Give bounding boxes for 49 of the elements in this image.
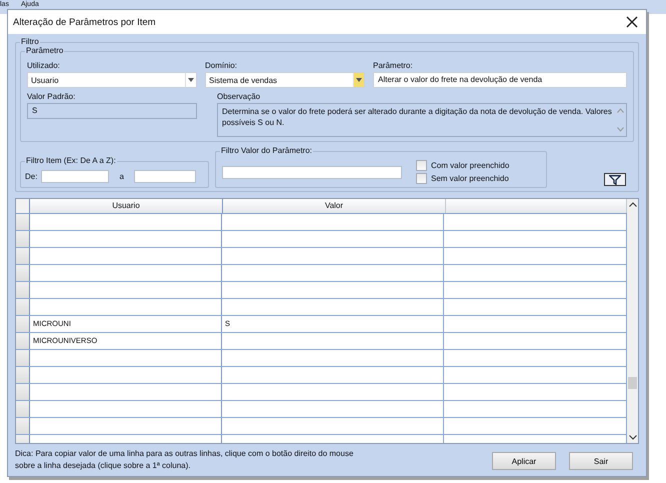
filter-button[interactable]	[604, 173, 626, 186]
checkbox[interactable]: Sem valor preenchido	[416, 173, 510, 184]
dialog-button[interactable]: Sair	[569, 452, 633, 470]
scroll-down-icon[interactable]	[628, 435, 636, 440]
caret-icon	[188, 78, 194, 82]
observation-field: Determina se o valor do frete poderá ser alterado durante a digitação da nota de devolução de venda. Valores possíveis S ou N.	[217, 103, 627, 137]
close-icon[interactable]	[626, 16, 638, 28]
field-label: Valor Padrão:	[27, 91, 76, 102]
to-field[interactable]	[134, 170, 196, 183]
caret-icon	[356, 78, 362, 82]
row-selector[interactable]	[16, 248, 30, 264]
filter-icon	[609, 174, 621, 184]
field-label: Parâmetro:	[373, 60, 414, 71]
group-legend: Filtro Item (Ex: De A a Z):	[25, 156, 117, 166]
row-selector[interactable]	[16, 282, 30, 298]
header-corner	[16, 199, 30, 213]
row-selector[interactable]	[16, 384, 30, 400]
row-selector[interactable]	[16, 231, 30, 247]
field-label: Observação	[217, 91, 262, 102]
dialog-button[interactable]: Aplicar	[492, 452, 556, 470]
row-selector[interactable]	[16, 350, 30, 366]
value-filter-field[interactable]	[222, 166, 402, 178]
field-label: De:	[25, 171, 38, 182]
field-label: Utilizado:	[27, 60, 61, 71]
column-header[interactable]: Usuario	[30, 199, 223, 213]
row-selector[interactable]	[16, 333, 30, 349]
group-legend: Filtro	[20, 37, 40, 47]
field-label: Domínio:	[205, 60, 238, 71]
row-selector[interactable]	[16, 299, 30, 315]
column-header[interactable]: Valor	[223, 199, 446, 213]
checkbox[interactable]: Com valor preenchido	[416, 160, 510, 171]
default-value-field: S	[27, 103, 197, 119]
row-selector[interactable]	[16, 214, 30, 230]
scroll-up-icon[interactable]	[628, 202, 636, 207]
row-selector[interactable]	[16, 418, 30, 434]
row-selector[interactable]	[16, 316, 30, 332]
row-selector[interactable]	[16, 265, 30, 281]
field-label: a	[119, 171, 124, 182]
group-legend: Filtro Valor do Parâmetro:	[220, 146, 313, 156]
group-legend: Parâmetro	[25, 46, 64, 56]
dropdown-field[interactable]: Sistema de vendas	[205, 72, 365, 88]
from-field[interactable]	[41, 170, 110, 183]
row-selector[interactable]	[16, 401, 30, 417]
scrollbar-thumb[interactable]	[628, 377, 637, 389]
hint-text: Dica: Para copiar valor de uma linha para as outras linhas, clique com o botão direito do mouse sobre a linha desejada (clique sobre a 1ª coluna).	[15, 448, 354, 472]
dropdown-field[interactable]: Usuario	[27, 72, 197, 88]
row-selector[interactable]	[16, 367, 30, 383]
parameter-field[interactable]: Alterar o valor do frete na devolução de venda	[373, 72, 627, 88]
window-title: Alteração de Parâmetros por Item	[13, 16, 156, 28]
